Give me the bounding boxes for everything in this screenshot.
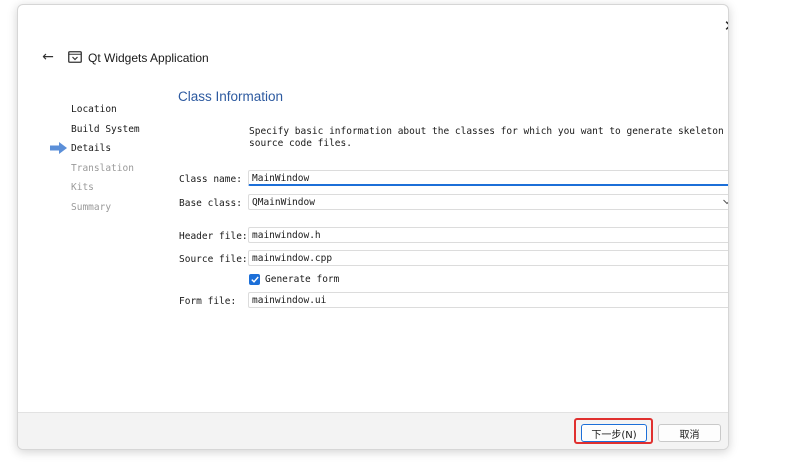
source-file-input[interactable]: mainwindow.cpp: [248, 250, 728, 266]
page-title: Class Information: [178, 89, 284, 104]
wizard-window: ✕ ← Qt Widgets Application Location Buil…: [17, 4, 729, 450]
step-summary: Summary: [48, 201, 168, 221]
generate-form-checkbox[interactable]: [249, 274, 260, 285]
next-button[interactable]: 下一步(N): [581, 424, 647, 442]
step-kits: Kits: [48, 181, 168, 201]
step-label: Details: [71, 143, 112, 154]
wizard-steps: Location Build System Details Translatio…: [48, 103, 168, 220]
button-bar: 下一步(N) 取消: [18, 412, 728, 449]
form-file-input[interactable]: mainwindow.ui: [248, 292, 728, 308]
step-label: Translation: [71, 162, 134, 174]
class-name-label: Class name:: [179, 174, 242, 185]
step-build-system: Build System: [48, 123, 168, 143]
generate-form-label: Generate form: [265, 274, 340, 285]
header-file-label: Header file:: [179, 231, 248, 242]
step-label: Location: [71, 104, 117, 115]
step-location: Location: [48, 103, 168, 123]
chevron-down-icon: [723, 199, 728, 205]
step-label: Kits: [71, 182, 94, 193]
back-arrow-icon: ←: [42, 49, 54, 65]
close-button[interactable]: ✕: [720, 16, 728, 36]
base-class-label: Base class:: [179, 198, 242, 209]
class-name-input[interactable]: MainWindow: [248, 170, 728, 186]
page-description: Specify basic information about the clas…: [249, 126, 724, 149]
cancel-button[interactable]: 取消: [658, 424, 721, 442]
step-translation: Translation: [48, 162, 168, 182]
step-details: Details: [48, 142, 168, 162]
base-class-value: QMainWindow: [252, 197, 315, 208]
close-icon: ✕: [724, 17, 728, 35]
checkmark-icon: [250, 276, 259, 283]
base-class-select[interactable]: QMainWindow: [248, 194, 728, 210]
current-step-arrow-icon: [50, 142, 67, 154]
back-button[interactable]: ←: [38, 47, 58, 67]
application-icon: [68, 51, 82, 63]
wizard-title: Qt Widgets Application: [88, 51, 209, 65]
step-label: Build System: [71, 123, 140, 135]
form-file-label: Form file:: [179, 296, 237, 307]
generate-form-option[interactable]: Generate form: [249, 273, 339, 286]
source-file-label: Source file:: [179, 254, 248, 265]
step-label: Summary: [71, 201, 112, 213]
header-file-input[interactable]: mainwindow.h: [248, 227, 728, 243]
